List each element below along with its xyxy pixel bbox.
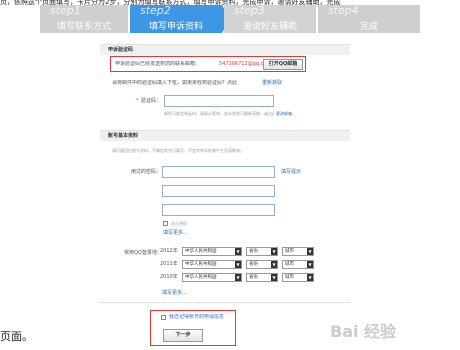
country-select[interactable]: 中华人民共和国 ▼: [182, 273, 242, 282]
step-4-number: step4: [328, 4, 359, 17]
chevron-down-icon: ▼: [271, 274, 277, 281]
province-select[interactable]: 省份 ▼: [246, 260, 278, 269]
chevron-down-icon: ▼: [235, 274, 241, 281]
step-progress-bar: step1 填写联系方式 step2 填写申诉资料 step3 邀请好友辅助 s…: [40, 4, 420, 33]
step-3: step3 邀请好友辅助: [224, 4, 316, 33]
city-select[interactable]: 城市 ▼: [282, 247, 314, 256]
show-password-checkbox[interactable]: [163, 221, 168, 226]
step-2-active: step2 填写申诉资料: [130, 4, 222, 33]
verify-hint-text: 邮件可能会有延时，请耐心等待，若未收到可重新获取，或点此: [164, 111, 274, 116]
province-value: 省份: [249, 262, 258, 267]
verify-code-input[interactable]: [164, 95, 274, 107]
location-row-2010: 2010年 中华人民共和国 ▼ 省份 ▼ 城市 ▼: [160, 272, 320, 283]
account-section-header: 账号基本资料: [100, 130, 350, 141]
password-input-3[interactable]: [162, 204, 275, 216]
open-qq-mail-button[interactable]: 打开QQ邮箱: [263, 59, 303, 70]
country-select[interactable]: 中华人民共和国 ▼: [182, 260, 242, 269]
year-label: 2011年: [160, 261, 178, 267]
account-intro-text: 请尽量回忆账号资料，不确定的也可填写，不会对申诉结果产生负面影响。: [112, 148, 244, 153]
city-value: 城市: [285, 262, 294, 267]
city-select[interactable]: 城市 ▼: [282, 273, 314, 282]
login-location-label: 常用QQ登录地：: [124, 250, 162, 256]
email-sent-text: 申诉验证码已经发送到您的联系邮箱：: [115, 61, 201, 67]
province-value: 省份: [249, 249, 258, 254]
show-password-label: 显示密码: [171, 221, 187, 226]
step-3-label: 邀请好友辅助: [242, 22, 297, 32]
password-input-1[interactable]: [162, 166, 275, 178]
resend-code-link[interactable]: 重新获取: [262, 80, 282, 86]
city-value: 城市: [285, 275, 294, 280]
next-step-button[interactable]: 下一步: [163, 329, 203, 342]
year-label: 2012年: [160, 248, 178, 254]
remember-info-label: 我还记得账号的申请信息: [169, 314, 225, 320]
watermark-logo: Bai 经验: [330, 322, 397, 341]
chevron-down-icon: ▼: [271, 261, 277, 268]
country-value: 中华人民共和国: [185, 275, 217, 280]
year-label: 2010年: [160, 274, 178, 280]
country-value: 中华人民共和国: [185, 262, 217, 267]
chevron-down-icon: ▼: [235, 248, 241, 255]
remember-info-checkbox[interactable]: [161, 315, 166, 320]
chevron-down-icon: ▼: [271, 248, 277, 255]
province-select[interactable]: 省份 ▼: [246, 247, 278, 256]
section-divider: [100, 302, 350, 303]
chevron-down-icon: ▼: [235, 261, 241, 268]
required-star: *: [136, 98, 139, 104]
add-more-passwords-link[interactable]: 填写更多...: [163, 230, 188, 236]
change-email-link[interactable]: 更改邮箱: [276, 111, 292, 116]
city-value: 城市: [285, 249, 294, 254]
used-password-label: 用过的密码：: [131, 169, 162, 175]
chevron-down-icon: ▼: [307, 274, 313, 281]
step-1-number: step1: [50, 4, 81, 17]
add-more-locations-link[interactable]: 填写更多...: [162, 290, 187, 296]
password-input-2[interactable]: [162, 185, 275, 197]
step-1: step1 填写联系方式: [40, 4, 128, 33]
city-select[interactable]: 城市 ▼: [282, 260, 314, 269]
step-1-label: 填写联系方式: [56, 22, 111, 32]
verify-instruction: 请将邮件中的验证码填入下框，如果未收到验证码？点此: [112, 80, 238, 86]
step-2-number: step2: [140, 4, 171, 17]
step-3-number: step3: [234, 4, 265, 17]
chevron-down-icon: ▼: [307, 248, 313, 255]
fill-tip-link[interactable]: 填写提示: [281, 169, 301, 175]
step-4: step4 完成: [318, 4, 420, 33]
province-value: 省份: [249, 275, 258, 280]
location-row-2011: 2011年 中华人民共和国 ▼ 省份 ▼ 城市 ▼: [160, 259, 320, 270]
footer-highlight-box: 我还记得账号的申请信息 下一步: [150, 310, 236, 346]
step-2-label: 填写申诉资料: [148, 22, 203, 32]
verify-section-header: 申诉验证码: [100, 44, 350, 55]
location-row-2012: 2012年 中华人民共和国 ▼ 省份 ▼ 城市 ▼: [160, 246, 320, 257]
country-value: 中华人民共和国: [185, 249, 217, 254]
province-select[interactable]: 省份 ▼: [246, 273, 278, 282]
email-sent-highlight-box: 申诉验证码已经发送到您的联系邮箱： 547306712@qq.com 打开QQ邮…: [110, 56, 306, 72]
step-4-label: 完成: [359, 22, 378, 32]
country-select[interactable]: 中华人民共和国 ▼: [182, 247, 242, 256]
page-trailing-text: 页面。: [0, 330, 33, 343]
chevron-down-icon: ▼: [307, 261, 313, 268]
verify-code-label: 验证码：: [141, 98, 162, 104]
